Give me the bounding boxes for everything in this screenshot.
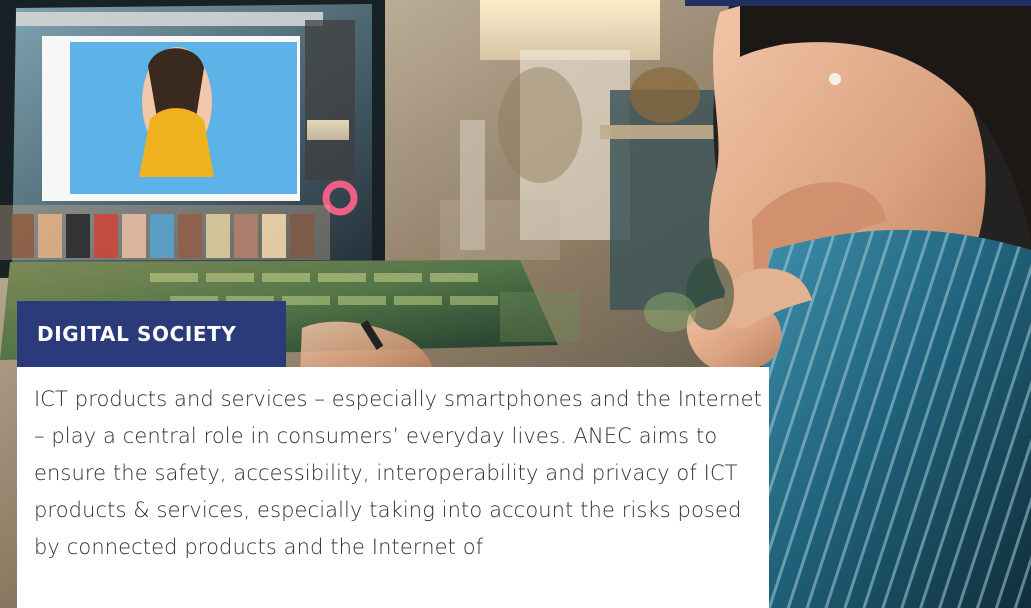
page: DIGITAL SOCIETY ICT products and service… (0, 0, 1031, 608)
section-description: ICT products and services – especially s… (34, 387, 762, 559)
section-label: DIGITAL SOCIETY (17, 301, 286, 367)
top-accent-band (685, 0, 1031, 6)
section-label-text: DIGITAL SOCIETY (37, 322, 237, 346)
section-text-panel: ICT products and services – especially s… (17, 367, 769, 608)
